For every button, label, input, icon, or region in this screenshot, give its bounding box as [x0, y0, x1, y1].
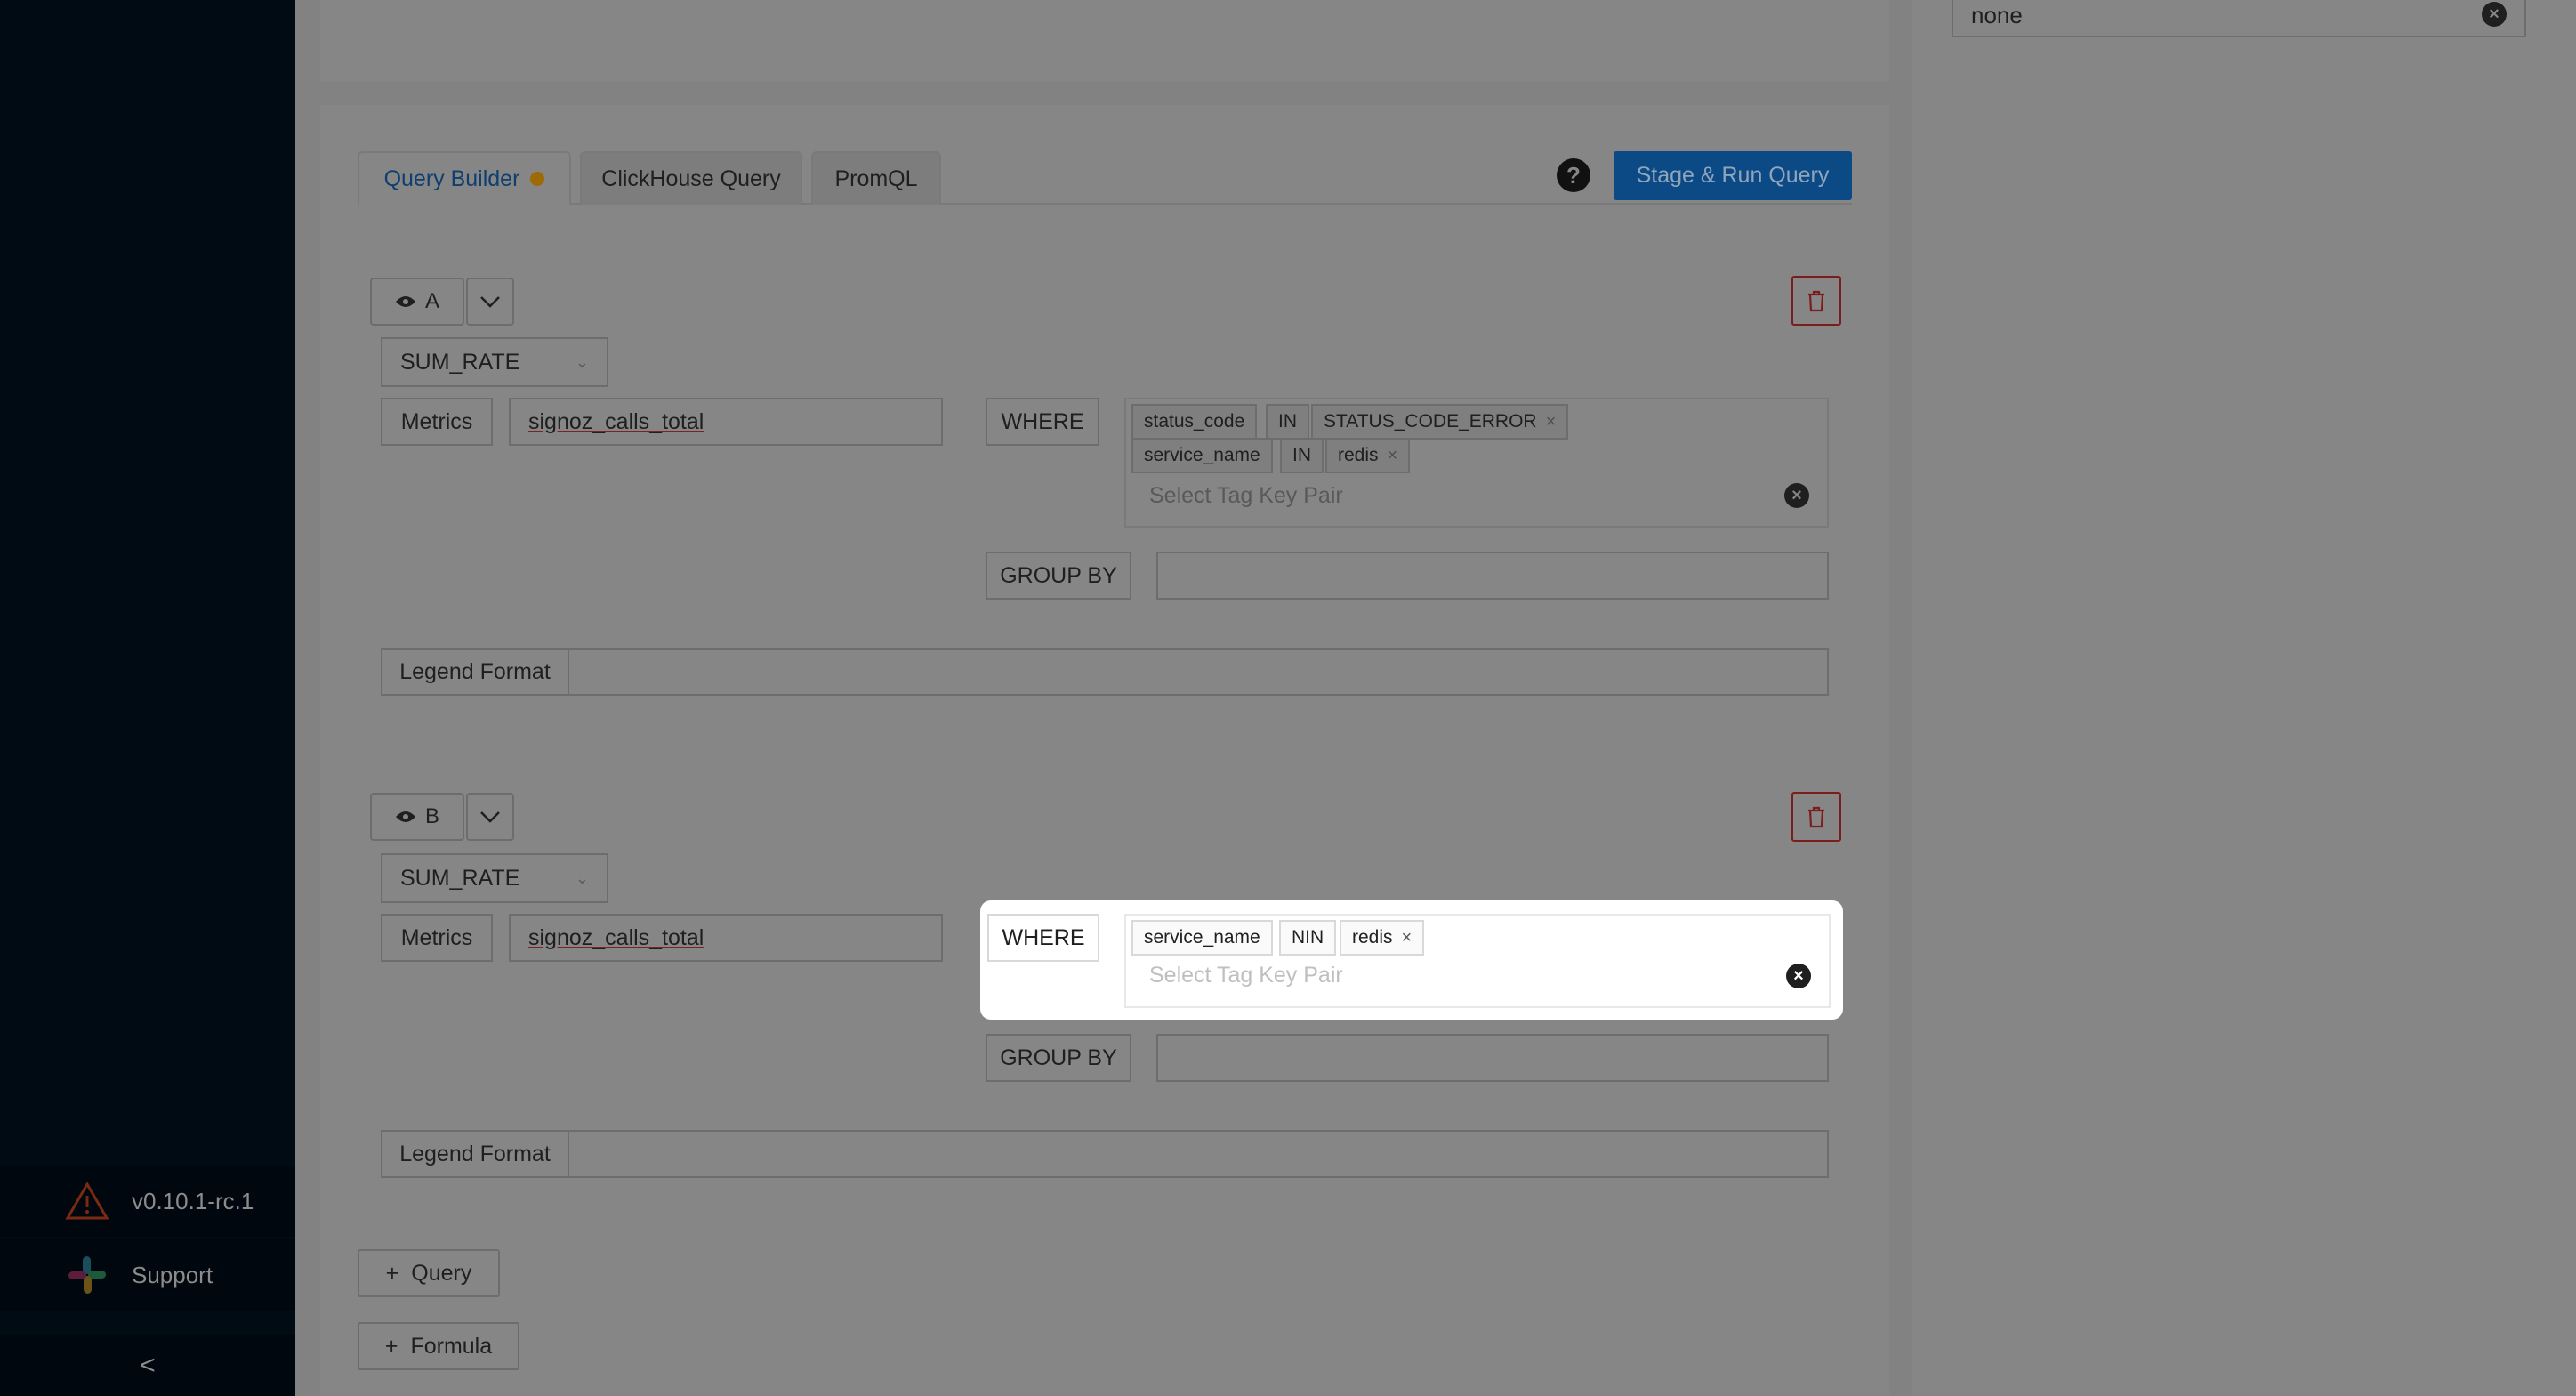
warning-triangle-icon: [62, 1182, 112, 1221]
query-b-group-by-label: GROUP BY: [986, 1034, 1131, 1082]
query-a-metric-value: signoz_calls_total: [528, 408, 704, 434]
tab-promql[interactable]: PromQL: [811, 151, 941, 205]
query-a-where-label: WHERE: [986, 398, 1099, 446]
right-select[interactable]: none ×: [1952, 0, 2526, 37]
query-b-delete-button[interactable]: [1791, 792, 1841, 842]
query-b-legend-input[interactable]: [568, 1130, 1829, 1178]
query-a-aggregation-value: SUM_RATE: [400, 349, 520, 375]
version-label: v0.10.1-rc.1: [132, 1187, 254, 1214]
query-a-delete-button[interactable]: [1791, 276, 1841, 326]
query-a-name: A: [424, 289, 439, 313]
right-settings-pane: [1912, 0, 2576, 1396]
query-b-visibility-toggle[interactable]: B: [370, 793, 464, 841]
filter-key-tag: status_code: [1131, 404, 1258, 440]
query-b-tag-placeholder[interactable]: Select Tag Key Pair: [1149, 963, 1343, 988]
chevron-down-icon: ⌄: [575, 868, 589, 887]
eye-icon: [395, 296, 415, 307]
add-formula-button[interactable]: + Formula: [358, 1322, 519, 1370]
stage-run-query-button[interactable]: Stage & Run Query: [1614, 151, 1852, 200]
plus-icon: +: [385, 1260, 399, 1286]
query-a-group-by-input[interactable]: [1156, 552, 1829, 600]
query-panel: [320, 105, 1889, 1396]
add-formula-label: Formula: [410, 1333, 493, 1359]
close-icon[interactable]: ×: [2482, 2, 2507, 27]
add-query-label: Query: [411, 1260, 472, 1286]
query-b-metric-value: signoz_calls_total: [528, 924, 704, 950]
query-b-metrics-label: Metrics: [381, 914, 493, 962]
query-b-metric-input[interactable]: signoz_calls_total: [509, 914, 943, 962]
query-a-tag-placeholder[interactable]: Select Tag Key Pair: [1149, 483, 1343, 509]
unsaved-dot-icon: [530, 172, 545, 186]
highlighted-where-section: WHERE service_name NIN redis × Select Tag…: [980, 900, 1843, 1020]
right-select-value: none: [1971, 2, 2023, 28]
query-a-collapse-button[interactable]: [466, 278, 514, 326]
remove-tag-icon[interactable]: ×: [1546, 412, 1557, 432]
query-a-visibility-toggle[interactable]: A: [370, 278, 464, 326]
trash-icon: [1808, 290, 1824, 312]
help-icon[interactable]: ?: [1557, 158, 1590, 192]
tab-clickhouse-label: ClickHouse Query: [601, 165, 781, 191]
query-a-aggregation-select[interactable]: SUM_RATE ⌄: [381, 337, 608, 387]
query-b-name: B: [424, 804, 439, 828]
remove-tag-icon[interactable]: ×: [1402, 928, 1413, 948]
support-item[interactable]: Support: [0, 1239, 295, 1311]
query-a-group-by-label: GROUP BY: [986, 552, 1131, 600]
query-a-legend-input[interactable]: [568, 648, 1829, 696]
query-b-aggregation-select[interactable]: SUM_RATE ⌄: [381, 853, 608, 903]
filter-value-tag[interactable]: redis ×: [1325, 438, 1411, 473]
filter-op-tag: IN: [1280, 438, 1324, 473]
filter-key-tag: service_name: [1131, 438, 1273, 473]
support-label: Support: [132, 1261, 213, 1288]
filter-key-tag: service_name: [1131, 920, 1273, 956]
filter-value-tag[interactable]: redis ×: [1340, 920, 1425, 956]
filter-op-tag: NIN: [1279, 920, 1337, 956]
filter-op-tag: IN: [1266, 404, 1309, 440]
sidebar-collapse-button[interactable]: <: [0, 1335, 295, 1396]
chevron-down-icon: [480, 811, 500, 823]
query-b-collapse-button[interactable]: [466, 793, 514, 841]
chevron-down-icon: [480, 296, 500, 308]
panel-top: [320, 0, 1889, 82]
query-a-legend-label: Legend Format: [381, 648, 569, 696]
tab-query-builder-label: Query Builder: [383, 165, 520, 191]
plus-icon: +: [384, 1333, 398, 1359]
slack-icon: [62, 1253, 112, 1297]
query-b-where-label: WHERE: [987, 914, 1099, 962]
remove-tag-icon[interactable]: ×: [1388, 446, 1398, 466]
tab-clickhouse-query[interactable]: ClickHouse Query: [580, 151, 802, 205]
tab-query-builder[interactable]: Query Builder: [358, 151, 571, 205]
chevron-left-icon: <: [140, 1350, 156, 1380]
eye-icon: [395, 811, 415, 822]
clear-filter-icon[interactable]: ×: [1784, 483, 1809, 508]
chevron-down-icon: ⌄: [575, 352, 589, 371]
query-a-metrics-label: Metrics: [381, 398, 493, 446]
query-b-group-by-input[interactable]: [1156, 1034, 1829, 1082]
filter-value-tag[interactable]: STATUS_CODE_ERROR ×: [1311, 404, 1569, 440]
add-query-button[interactable]: + Query: [358, 1249, 500, 1297]
query-b-aggregation-value: SUM_RATE: [400, 865, 520, 891]
version-item[interactable]: v0.10.1-rc.1: [0, 1166, 295, 1237]
tab-promql-label: PromQL: [834, 165, 918, 191]
query-a-metric-input[interactable]: signoz_calls_total: [509, 398, 943, 446]
clear-filter-icon[interactable]: ×: [1786, 964, 1811, 988]
query-b-legend-label: Legend Format: [381, 1130, 569, 1178]
trash-icon: [1808, 806, 1824, 828]
